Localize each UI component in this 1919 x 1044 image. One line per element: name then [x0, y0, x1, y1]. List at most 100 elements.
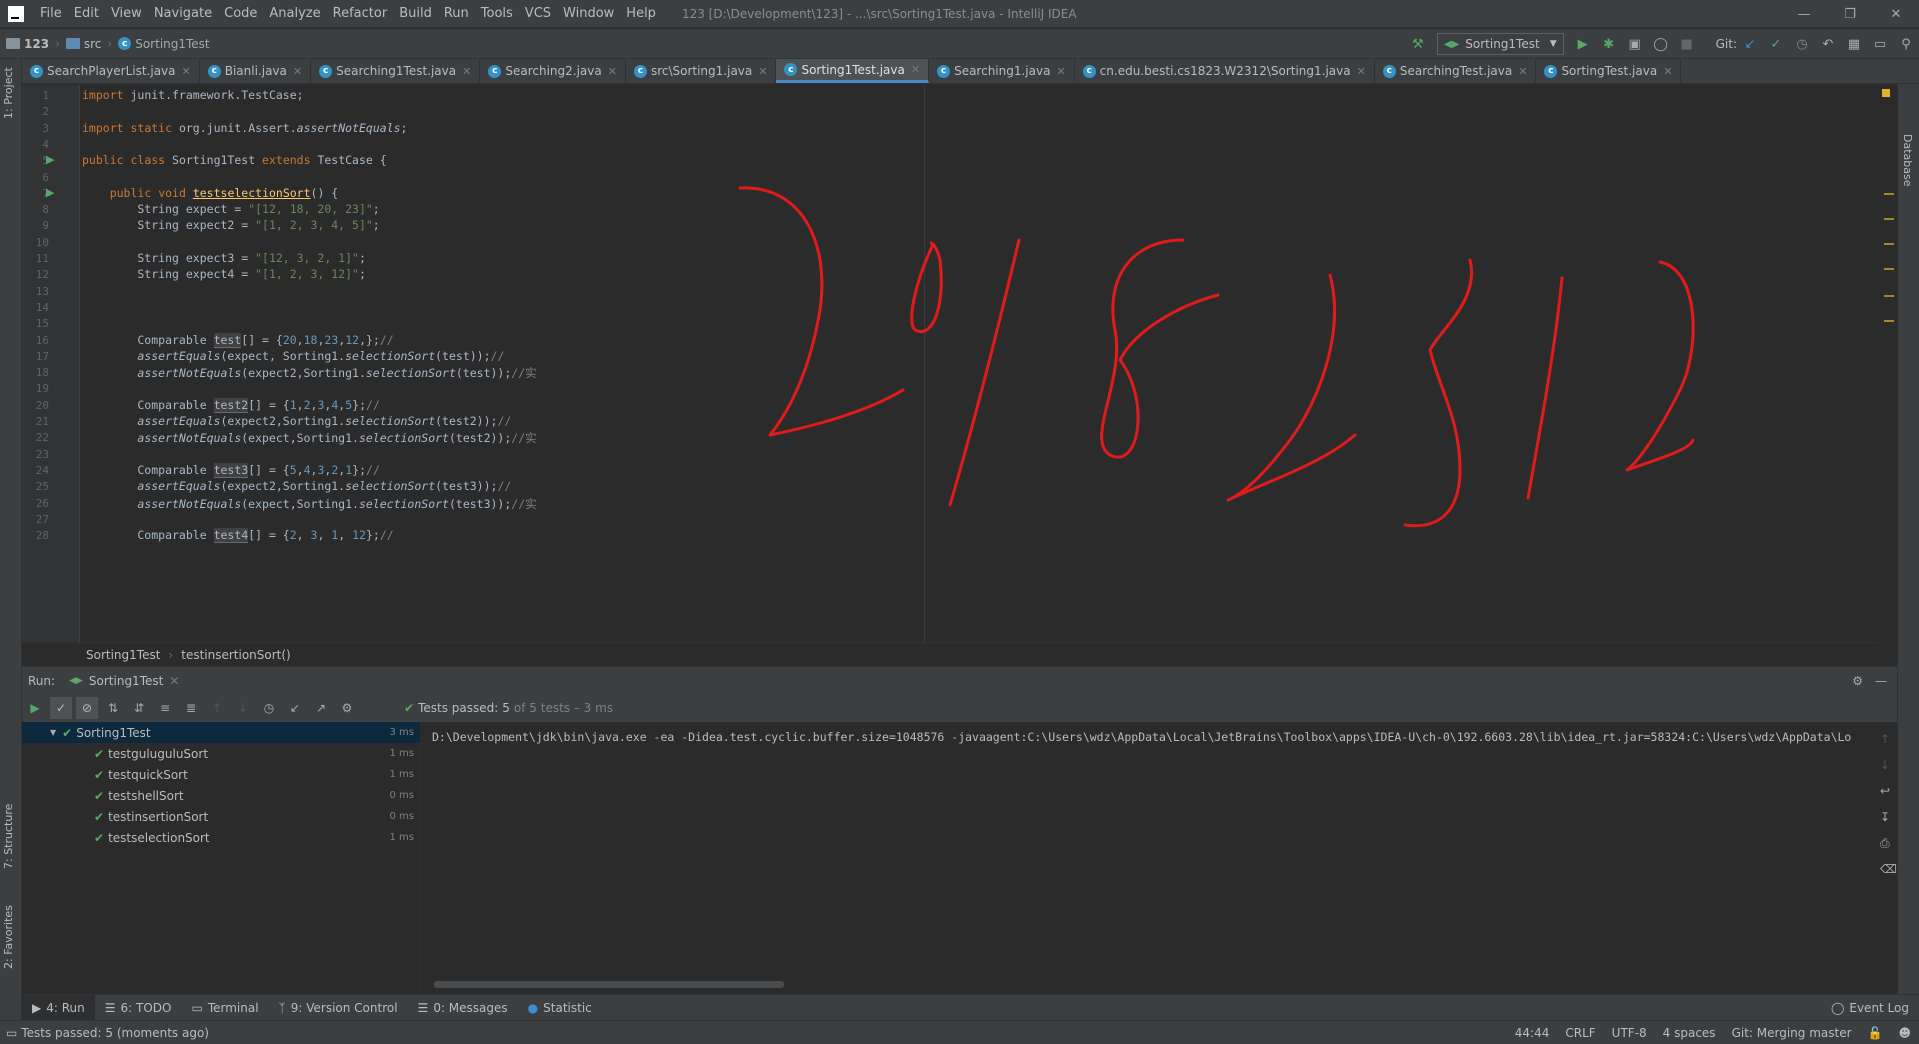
git-branch[interactable]: Git: Merging master [1732, 1026, 1852, 1040]
close-tab-icon[interactable]: ✕ [608, 65, 617, 78]
history-icon[interactable]: ◷ [258, 697, 280, 719]
settings-gear-icon[interactable]: ⚙ [1852, 674, 1863, 688]
menu-view[interactable]: View [105, 6, 148, 21]
stop-icon[interactable]: ■ [1676, 33, 1698, 55]
close-tab-icon[interactable]: ✕ [758, 65, 767, 78]
close-tab-icon[interactable]: ✕ [462, 65, 471, 78]
menu-build[interactable]: Build [393, 6, 438, 21]
tab-statistic[interactable]: ● Statistic [518, 995, 602, 1021]
menu-help[interactable]: Help [620, 6, 662, 21]
test-settings-icon[interactable]: ⚙ [336, 697, 358, 719]
menu-edit[interactable]: Edit [68, 6, 105, 21]
warning-mark[interactable] [1884, 295, 1894, 297]
tab-terminal[interactable]: ▭ Terminal [181, 995, 268, 1021]
git-commit-icon[interactable]: ✓ [1765, 33, 1787, 55]
test-case-row[interactable]: ✔ testinsertionSort 0 ms [22, 806, 420, 827]
sort-duration-icon[interactable]: ⇵ [128, 697, 150, 719]
clear-all-icon[interactable]: ⌫ [1880, 862, 1897, 876]
file-encoding[interactable]: UTF-8 [1612, 1026, 1647, 1040]
menu-vcs[interactable]: VCS [519, 6, 557, 21]
hector-icon[interactable]: ☻ [1898, 1026, 1911, 1040]
structure-tool-button[interactable]: 7: Structure [2, 804, 15, 869]
editor-tab[interactable]: c src\Sorting1.java ✕ [626, 59, 777, 83]
build-hammer-icon[interactable]: ⚒ [1407, 33, 1429, 55]
show-passed-icon[interactable]: ✓ [50, 697, 72, 719]
collapse-all-icon[interactable]: ≣ [180, 697, 202, 719]
close-tab-icon[interactable]: ✕ [293, 65, 302, 78]
test-case-row[interactable]: ✔ testshellSort 0 ms [22, 785, 420, 806]
search-icon[interactable]: ⚲ [1895, 33, 1917, 55]
next-failed-icon[interactable]: ↓ [232, 697, 254, 719]
close-tab-icon[interactable]: ✕ [911, 63, 920, 76]
database-tool-button[interactable]: Database [1901, 134, 1914, 187]
show-ignored-icon[interactable]: ⊘ [76, 697, 98, 719]
test-case-row[interactable]: ✔ testguluguluSort 1 ms [22, 743, 420, 764]
indent-setting[interactable]: 4 spaces [1663, 1026, 1716, 1040]
profile-icon[interactable]: ◯ [1650, 33, 1672, 55]
status-panel-icon[interactable]: ▭ [6, 1026, 17, 1040]
warning-mark[interactable] [1884, 243, 1894, 245]
breadcrumb-file[interactable]: c Sorting1Test [118, 37, 210, 51]
menu-navigate[interactable]: Navigate [148, 6, 218, 21]
editor-scrollbar[interactable] [1880, 85, 1896, 642]
editor-tab[interactable]: c Searching1Test.java ✕ [311, 59, 481, 83]
run-tab[interactable]: ◀▶ Sorting1Test ✕ [69, 674, 179, 688]
scroll-up-icon[interactable]: ↑ [1880, 732, 1890, 746]
warning-mark[interactable] [1884, 218, 1894, 220]
rollback-icon[interactable]: ↶ [1817, 33, 1839, 55]
warning-mark[interactable] [1884, 193, 1894, 195]
editor-tab[interactable]: c Searching2.java ✕ [480, 59, 626, 83]
menu-analyze[interactable]: Analyze [263, 6, 326, 21]
line-separator[interactable]: CRLF [1565, 1026, 1595, 1040]
close-tab-icon[interactable]: ✕ [169, 674, 179, 688]
editor-tab[interactable]: c Sorting1Test.java ✕ [776, 59, 930, 83]
run-configuration-select[interactable]: ◀▶ Sorting1Test ▼ [1436, 33, 1564, 55]
export-tests-icon[interactable]: ↗ [310, 697, 332, 719]
editor-tab[interactable]: c Searching1.java ✕ [929, 59, 1075, 83]
horizontal-scrollbar[interactable] [434, 981, 784, 988]
tab-version-control[interactable]: ᛉ 9: Version Control [269, 995, 408, 1021]
breadcrumb-class[interactable]: Sorting1Test [86, 648, 160, 662]
tab-messages[interactable]: ☰ 0: Messages [408, 995, 518, 1021]
presentation-icon[interactable]: ▭ [1869, 33, 1891, 55]
tab-run[interactable]: ▶ 4: Run [22, 994, 95, 1021]
sort-alpha-icon[interactable]: ⇅ [102, 697, 124, 719]
project-structure-icon[interactable]: ▦ [1843, 33, 1865, 55]
warning-mark[interactable] [1884, 320, 1894, 322]
menu-code[interactable]: Code [218, 6, 263, 21]
minimize-icon[interactable]: — [1781, 0, 1827, 28]
hide-panel-icon[interactable]: — [1875, 674, 1887, 688]
editor-tab[interactable]: c SearchingTest.java ✕ [1375, 59, 1537, 83]
editor-tab[interactable]: c cn.edu.besti.cs1823.W2312\Sorting1.java… [1075, 59, 1375, 83]
breadcrumb-src[interactable]: src [65, 37, 101, 51]
scroll-to-end-icon[interactable]: ↧ [1880, 810, 1890, 824]
git-update-icon[interactable]: ↙ [1739, 33, 1761, 55]
breadcrumb-method[interactable]: testinsertionSort() [181, 648, 291, 662]
run-test-gutter-icon[interactable]: ▶ [46, 186, 54, 199]
close-tab-icon[interactable]: ✕ [1663, 65, 1672, 78]
run-test-gutter-icon[interactable]: ▶ [46, 153, 54, 166]
expand-arrow-icon[interactable]: ▼ [50, 728, 56, 737]
favorites-tool-button[interactable]: 2: Favorites [2, 905, 15, 969]
editor-tab[interactable]: c Bianli.java ✕ [200, 59, 312, 83]
menu-window[interactable]: Window [557, 6, 620, 21]
code-editor[interactable]: import junit.framework.TestCase; import s… [80, 85, 1878, 642]
editor-tab[interactable]: c SortingTest.java ✕ [1536, 59, 1682, 83]
close-icon[interactable]: ✕ [1873, 0, 1919, 28]
menu-run[interactable]: Run [438, 6, 475, 21]
close-tab-icon[interactable]: ✕ [1357, 65, 1366, 78]
project-tool-button[interactable]: 1: Project [2, 67, 15, 119]
inspection-status-icon[interactable] [1882, 89, 1890, 97]
close-tab-icon[interactable]: ✕ [182, 65, 191, 78]
close-tab-icon[interactable]: ✕ [1056, 65, 1065, 78]
event-log-button[interactable]: ◯ Event Log [1821, 995, 1919, 1021]
test-suite-row[interactable]: ▼ ✔ Sorting1Test 3 ms [22, 722, 420, 743]
warning-mark[interactable] [1884, 268, 1894, 270]
test-case-row[interactable]: ✔ testselectionSort 1 ms [22, 827, 420, 848]
tab-todo[interactable]: ☰ 6: TODO [95, 995, 182, 1021]
menu-refactor[interactable]: Refactor [327, 6, 394, 21]
restore-icon[interactable]: ❐ [1827, 0, 1873, 28]
menu-file[interactable]: File [34, 6, 68, 21]
coverage-icon[interactable]: ▣ [1624, 33, 1646, 55]
editor-tab[interactable]: c SearchPlayerList.java ✕ [22, 59, 200, 83]
